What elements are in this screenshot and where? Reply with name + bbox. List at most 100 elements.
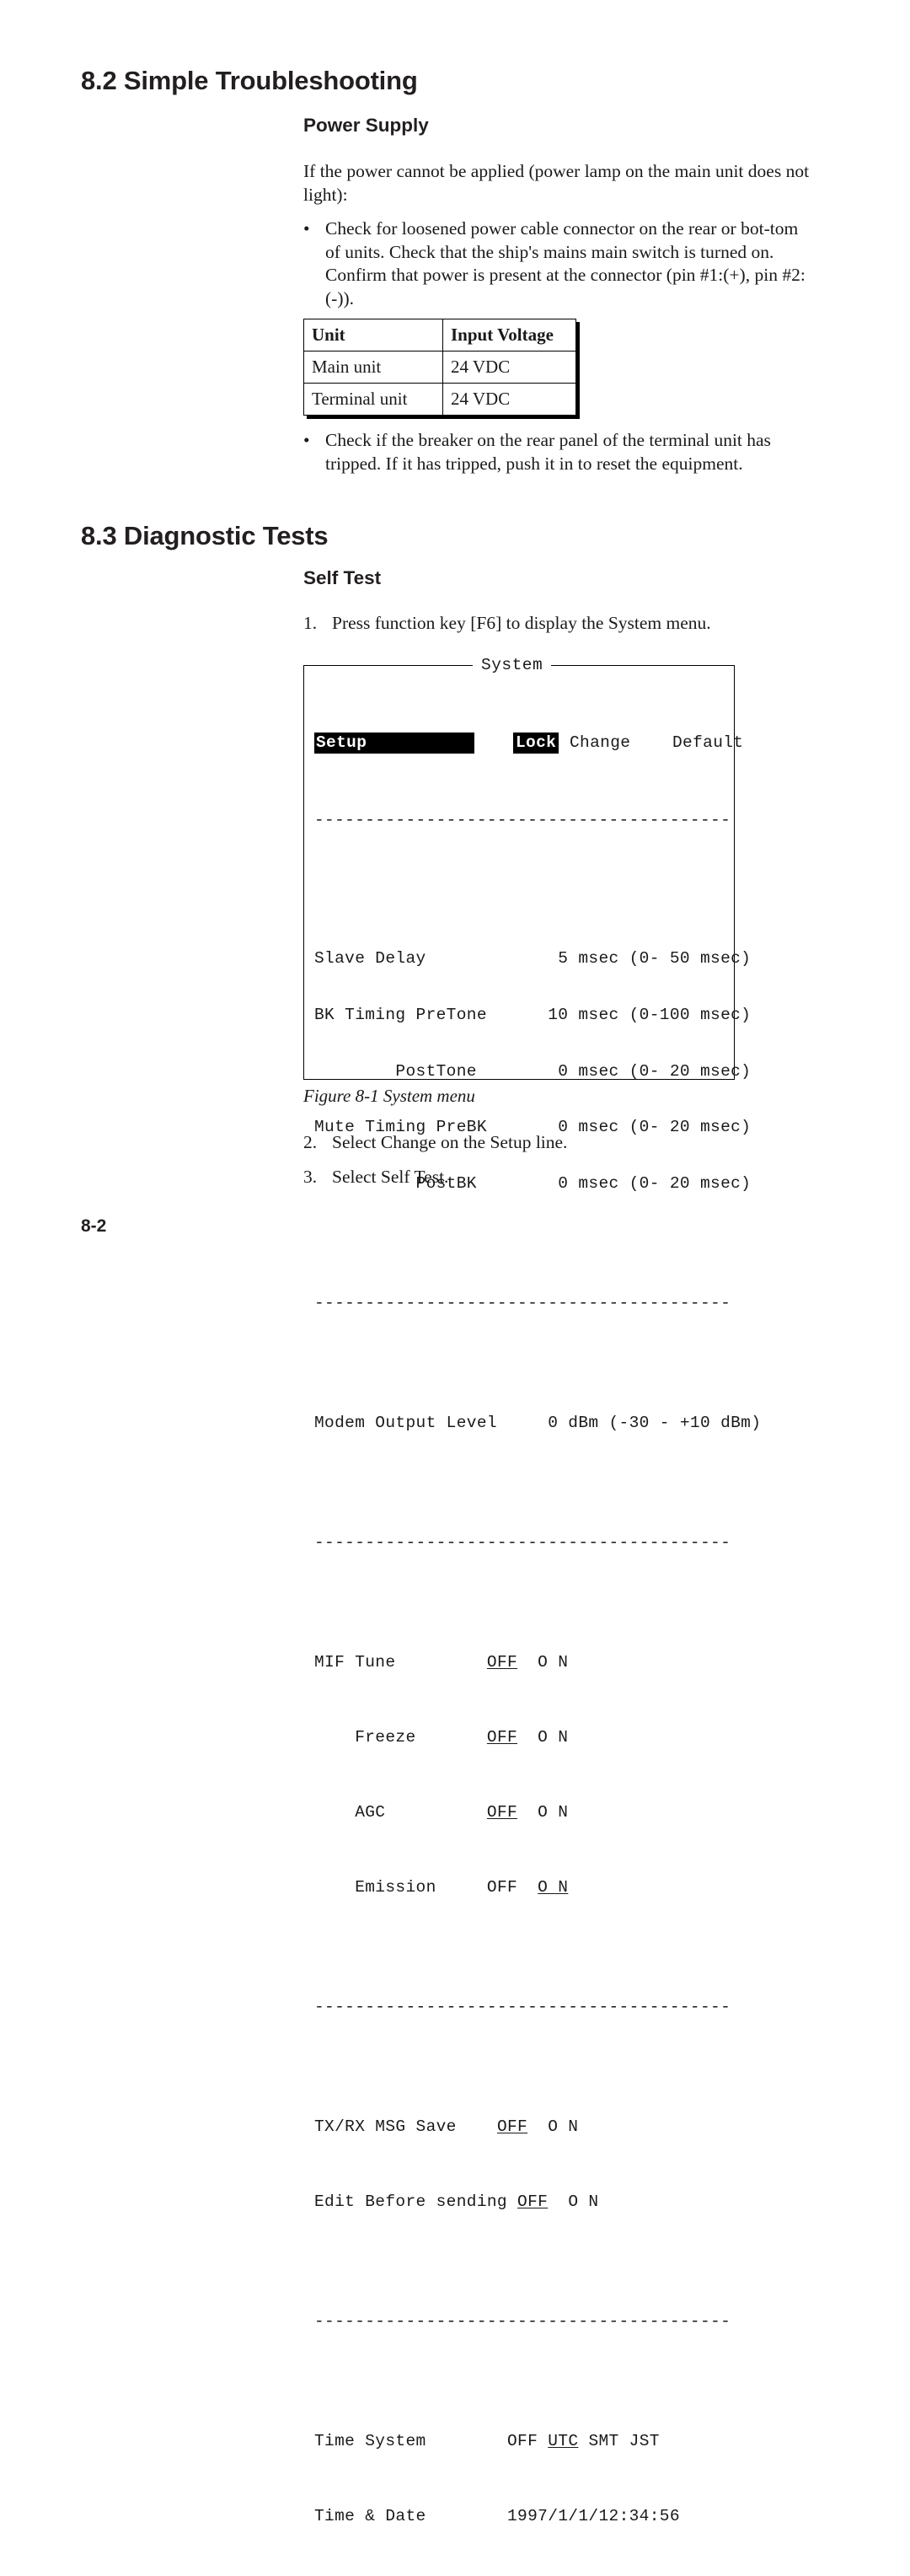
menu-row-label: TX/RX MSG Save — [314, 2117, 497, 2137]
menu-option-time-jst[interactable]: JST — [629, 2432, 660, 2450]
table-cell-voltage-main: 24 VDC — [442, 351, 576, 384]
figure-caption: Figure 8-1 System menu — [303, 1086, 475, 1106]
table-cell-unit-main: Main unit — [303, 351, 443, 384]
menu-option-time-smt[interactable]: SMT — [588, 2432, 618, 2450]
menu-row-bk-timing-pretone[interactable]: BK Timing PreTone 10 msec (0-100 msec) — [314, 1006, 751, 1024]
step-text: Select Self Test. — [332, 1167, 449, 1187]
menu-option-time-utc[interactable]: UTC — [548, 2432, 578, 2450]
menu-row-bk-timing-posttone[interactable]: PostTone 0 msec (0- 20 msec) — [314, 1062, 750, 1081]
table-header-input-voltage: Input Voltage — [442, 319, 576, 352]
menu-option-gap — [517, 1878, 538, 1897]
menu-item-change[interactable]: Change — [570, 733, 630, 754]
menu-row-time-and-date[interactable]: Time & Date 1997/1/1/12:34:56 — [314, 2507, 729, 2525]
menu-row-label: AGC — [314, 1802, 487, 1822]
menu-option-gap — [548, 2192, 568, 2211]
menu-separator: ----------------------------------------… — [314, 2312, 729, 2332]
table-header-unit: Unit — [303, 319, 443, 352]
table-cell-voltage-terminal: 24 VDC — [442, 383, 576, 416]
menu-row-mif-emission[interactable]: Emission OFF O N — [314, 1878, 729, 1897]
step-text: Select Change on the Setup line. — [332, 1132, 568, 1152]
step-text: Press function key [F6] to display the S… — [332, 613, 711, 633]
step-item-1: 1. Press function key [F6] to display th… — [303, 612, 813, 636]
menu-item-lock[interactable]: Lock — [513, 732, 559, 754]
menu-item-default[interactable]: Default — [672, 733, 743, 754]
menu-option-on[interactable]: O N — [568, 2192, 598, 2211]
input-voltage-table: Unit Input Voltage Main unit 24 VDC Term… — [303, 319, 576, 416]
menu-option-gap — [578, 2432, 588, 2450]
subheading-self-test: Self Test — [303, 567, 382, 588]
menu-row-label: Time System — [314, 2432, 507, 2451]
menu-row-label: Freeze — [314, 1728, 487, 1747]
menu-option-off[interactable]: OFF — [487, 1878, 517, 1897]
table-row: Main unit 24 VDC — [303, 351, 576, 384]
document-page: 8.2 Simple Troubleshooting Power Supply … — [0, 0, 910, 2525]
menu-row-label: Emission — [314, 1877, 487, 1897]
input-voltage-table-wrapper: Unit Input Voltage Main unit 24 VDC Term… — [303, 319, 576, 416]
section-heading-8-2: 8.2 Simple Troubleshooting — [81, 66, 418, 95]
bullet-text: Check for loosened power cable connector… — [325, 218, 806, 309]
menu-separator: ----------------------------------------… — [314, 1533, 729, 1553]
subheading-power-supply: Power Supply — [303, 115, 429, 136]
bullet-marker: • — [303, 430, 310, 450]
table-cell-unit-terminal: Terminal unit — [303, 383, 443, 416]
menu-option-gap — [527, 2117, 548, 2136]
menu-separator: ----------------------------------------… — [314, 1294, 729, 1313]
menu-separator: ----------------------------------------… — [314, 1998, 729, 2016]
bullet-marker: • — [303, 218, 310, 239]
menu-option-time-off[interactable]: OFF — [507, 2432, 538, 2450]
bullet-item-power-cable: • Check for loosened power cable connect… — [303, 217, 813, 310]
system-menu-menubar: Setup Lock Change Default — [314, 732, 743, 754]
menu-row-modem-output-level[interactable]: Modem Output Level 0 dBm (-30 - +10 dBm) — [314, 1414, 761, 1432]
menu-row-time-system[interactable]: Time System OFF UTC SMT JST — [314, 2432, 729, 2450]
menu-row-label: MIF Tune — [314, 1653, 487, 1672]
menu-row-edit-before-sending[interactable]: Edit Before sending OFF O N — [314, 2192, 729, 2211]
menu-option-gap — [538, 2432, 548, 2450]
menu-row-label: Edit Before sending — [314, 2192, 518, 2211]
section-heading-8-3: 8.3 Diagnostic Tests — [81, 521, 329, 550]
bullet-item-breaker: • Check if the breaker on the rear panel… — [303, 429, 813, 475]
menu-value-time-and-date[interactable]: 1997/1/1/12:34:56 — [507, 2507, 680, 2525]
menu-option-off[interactable]: OFF — [487, 1728, 517, 1747]
page-number: 8-2 — [81, 1216, 107, 1236]
menu-row-mif-tune[interactable]: MIF Tune OFF O N — [314, 1653, 729, 1672]
system-menu-figure: System Setup Lock Change Default -------… — [303, 654, 761, 2525]
menu-option-on[interactable]: O N — [538, 1878, 568, 1897]
system-menu-terminal: Setup Lock Change Default --------------… — [314, 676, 761, 2576]
step-number: 1. — [303, 613, 318, 633]
menu-option-off[interactable]: OFF — [487, 1653, 517, 1672]
menu-row-slave-delay[interactable]: Slave Delay 5 msec (0- 50 msec) — [314, 949, 751, 968]
step-item-2: 2. Select Change on the Setup line. — [303, 1131, 813, 1155]
menu-option-off[interactable]: OFF — [517, 2192, 548, 2211]
menu-option-on[interactable]: O N — [538, 1653, 568, 1672]
bullet-text: Check if the breaker on the rear panel o… — [325, 430, 771, 474]
menu-option-on[interactable]: O N — [548, 2117, 578, 2136]
menu-option-off[interactable]: OFF — [487, 1803, 517, 1822]
menu-option-gap — [517, 1653, 538, 1672]
table-row: Terminal unit 24 VDC — [303, 383, 576, 416]
menu-option-gap — [619, 2432, 629, 2450]
menu-option-on[interactable]: O N — [538, 1803, 568, 1822]
menu-option-on[interactable]: O N — [538, 1728, 568, 1747]
menu-option-gap — [517, 1803, 538, 1822]
table-header-row: Unit Input Voltage — [303, 319, 576, 352]
step-number: 3. — [303, 1167, 318, 1187]
step-number: 2. — [303, 1132, 318, 1152]
step-item-3: 3. Select Self Test. — [303, 1166, 813, 1189]
menu-row-txrx-msg-save[interactable]: TX/RX MSG Save OFF O N — [314, 2117, 729, 2136]
menu-option-off[interactable]: OFF — [497, 2117, 527, 2136]
menu-row-mif-freeze[interactable]: Freeze OFF O N — [314, 1728, 729, 1747]
menu-row-label: Time & Date — [314, 2506, 507, 2525]
power-supply-intro-text: If the power cannot be applied (power la… — [303, 161, 810, 205]
menu-option-gap — [517, 1728, 538, 1747]
menu-item-setup[interactable]: Setup — [314, 732, 474, 754]
menu-row-mif-agc[interactable]: AGC OFF O N — [314, 1803, 729, 1822]
system-menu-legend-title: System — [473, 654, 552, 676]
